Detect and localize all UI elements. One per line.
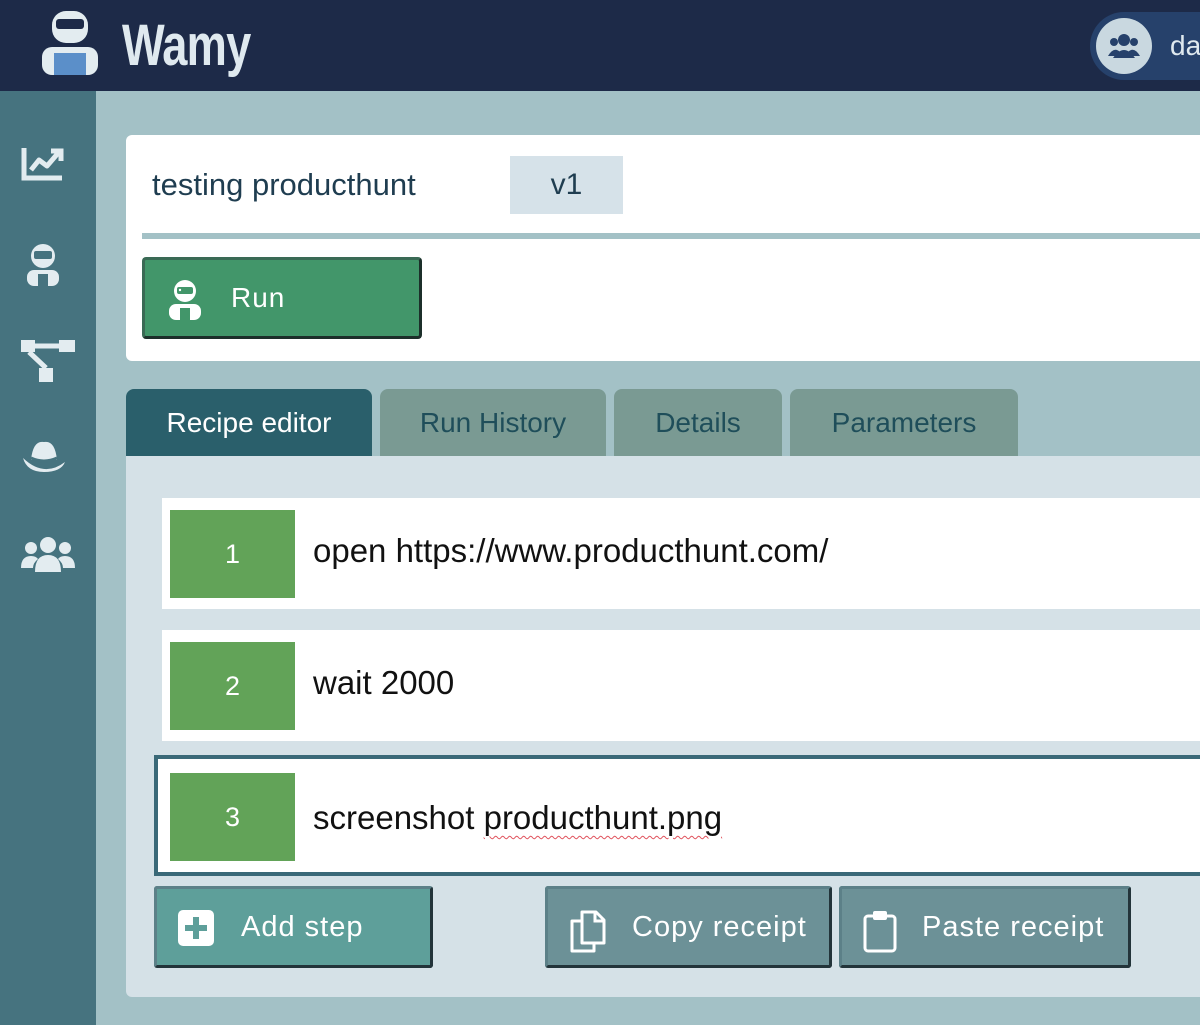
side-nav <box>0 91 96 1025</box>
run-button[interactable]: Run <box>142 257 422 339</box>
step-number[interactable]: 3 <box>170 773 295 861</box>
version-badge[interactable]: v1 <box>510 156 623 214</box>
robot-logo-icon <box>40 9 100 75</box>
run-button-label: Run <box>231 282 286 313</box>
nav-item-robots[interactable] <box>0 227 96 297</box>
step-number[interactable]: 2 <box>170 642 295 730</box>
step-number[interactable]: 1 <box>170 510 295 598</box>
hat-icon <box>23 441 65 472</box>
step-command-prefix: screenshot <box>313 799 484 836</box>
users-icon <box>21 537 75 572</box>
app-logo-text[interactable]: Wamy <box>122 10 251 82</box>
recipe-step[interactable]: 1 open https://www.producthunt.com/ <box>162 498 1200 609</box>
header-divider <box>142 233 1200 239</box>
user-menu[interactable]: da <box>1090 12 1200 80</box>
user-name: da <box>1170 30 1200 61</box>
paste-receipt-button[interactable]: Paste receipt <box>839 886 1131 968</box>
nav-item-team[interactable] <box>0 521 96 591</box>
add-step-button[interactable]: Add step <box>154 886 433 968</box>
recipe-editor-panel: 1 open https://www.producthunt.com/ 2 wa… <box>126 456 1200 997</box>
nav-item-dashboard[interactable] <box>0 129 96 199</box>
paste-receipt-label: Paste receipt <box>922 911 1105 943</box>
copy-receipt-label: Copy receipt <box>632 911 807 943</box>
users-avatar-icon <box>1096 18 1152 74</box>
copy-receipt-button[interactable]: Copy receipt <box>545 886 832 968</box>
nav-item-workflows[interactable] <box>0 325 96 395</box>
chart-line-icon <box>21 148 64 181</box>
plus-square-icon <box>178 910 214 946</box>
step-command[interactable]: wait 2000 <box>313 664 454 702</box>
top-bar: Wamy da <box>0 0 1200 91</box>
add-step-label: Add step <box>241 911 364 943</box>
copy-icon <box>570 910 606 953</box>
robot-icon <box>169 280 201 320</box>
tab-parameters[interactable]: Parameters <box>790 389 1018 456</box>
step-command[interactable]: open https://www.producthunt.com/ <box>313 532 828 570</box>
recipe-step-selected[interactable]: 3 screenshot producthunt.png <box>154 755 1200 876</box>
recipe-name[interactable]: testing producthunt <box>152 167 416 203</box>
tab-run-history[interactable]: Run History <box>380 389 606 456</box>
nav-item-hats[interactable] <box>0 423 96 493</box>
recipe-header-card: testing producthunt v1 Run <box>126 135 1200 361</box>
tab-recipe-editor[interactable]: Recipe editor <box>126 389 372 456</box>
misspelled-word: producthunt.png <box>483 799 723 836</box>
step-command[interactable]: screenshot producthunt.png <box>313 799 722 837</box>
recipe-step[interactable]: 2 wait 2000 <box>162 630 1200 741</box>
clipboard-icon <box>863 911 897 953</box>
tab-details[interactable]: Details <box>614 389 782 456</box>
flow-diagram-icon <box>21 340 75 382</box>
robot-icon <box>27 244 59 286</box>
